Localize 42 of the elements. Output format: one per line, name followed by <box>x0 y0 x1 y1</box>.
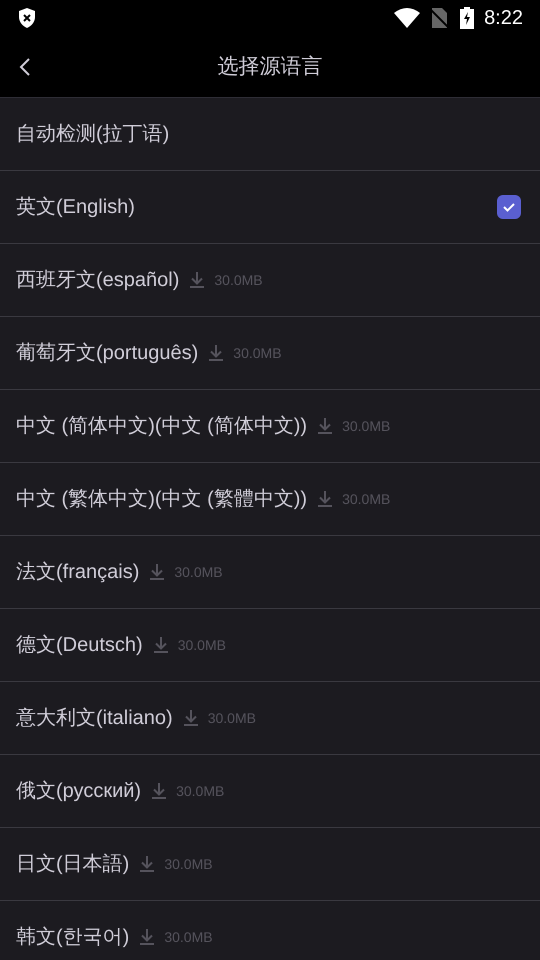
language-name: 法文(français) <box>16 560 140 585</box>
shield-icon <box>17 7 37 29</box>
page-title: 选择源语言 <box>218 54 322 80</box>
language-name: 西班牙文(español) <box>16 268 180 293</box>
language-item[interactable]: 韩文(한국어) 30.0MB <box>0 901 540 960</box>
download-size: 30.0MB <box>176 782 224 800</box>
status-time: 8:22 <box>484 6 523 31</box>
language-name: 意大利文(italiano) <box>16 706 173 731</box>
no-sim-icon <box>430 8 448 28</box>
download-size: 30.0MB <box>342 416 390 436</box>
language-item[interactable]: 葡萄牙文(português) 30.0MB <box>0 317 540 390</box>
language-item[interactable]: 德文(Deutsch) 30.0MB <box>0 609 540 682</box>
language-name: 日文(日本語) <box>16 852 130 877</box>
download-size: 30.0MB <box>342 490 390 508</box>
language-item[interactable]: 日文(日本語) 30.0MB <box>0 828 540 901</box>
language-item[interactable]: 意大利文(italiano) 30.0MB <box>0 682 540 755</box>
language-name: 俄文(русский) <box>16 779 142 804</box>
download-size: 30.0MB <box>178 636 226 654</box>
language-item[interactable]: 中文 (简体中文)(中文 (简体中文)) 30.0MB <box>0 390 540 463</box>
language-name: 中文 (简体中文)(中文 (简体中文)) <box>16 414 308 439</box>
back-icon <box>19 57 31 77</box>
battery-icon <box>460 7 474 29</box>
language-name: 自动检测(拉丁语) <box>16 122 170 147</box>
download-size: 30.0MB <box>208 708 256 728</box>
download-size: 30.0MB <box>214 270 263 290</box>
wifi-icon <box>394 8 420 28</box>
language-item[interactable]: 俄文(русский) 30.0MB <box>0 755 540 828</box>
language-item[interactable]: 法文(français) 30.0MB <box>0 536 540 609</box>
language-name: 葡萄牙文(português) <box>16 341 198 366</box>
checked-checkbox[interactable] <box>497 195 521 219</box>
language-name: 韩文(한국어) <box>16 925 130 950</box>
download-size: 30.0MB <box>164 928 213 946</box>
language-item[interactable]: 自动检测(拉丁语) <box>0 98 540 171</box>
download-size: 30.0MB <box>164 854 213 874</box>
language-item[interactable]: 西班牙文(español) 30.0MB <box>0 244 540 317</box>
language-item[interactable]: 英文(English) <box>0 171 540 244</box>
language-name: 英文(English) <box>16 195 135 220</box>
download-size: 30.0MB <box>174 562 223 582</box>
language-name: 德文(Deutsch) <box>16 633 143 658</box>
download-size: 30.0MB <box>233 344 282 362</box>
language-name: 中文 (繁体中文)(中文 (繁體中文)) <box>16 487 308 512</box>
language-item[interactable]: 中文 (繁体中文)(中文 (繁體中文)) 30.0MB <box>0 463 540 536</box>
